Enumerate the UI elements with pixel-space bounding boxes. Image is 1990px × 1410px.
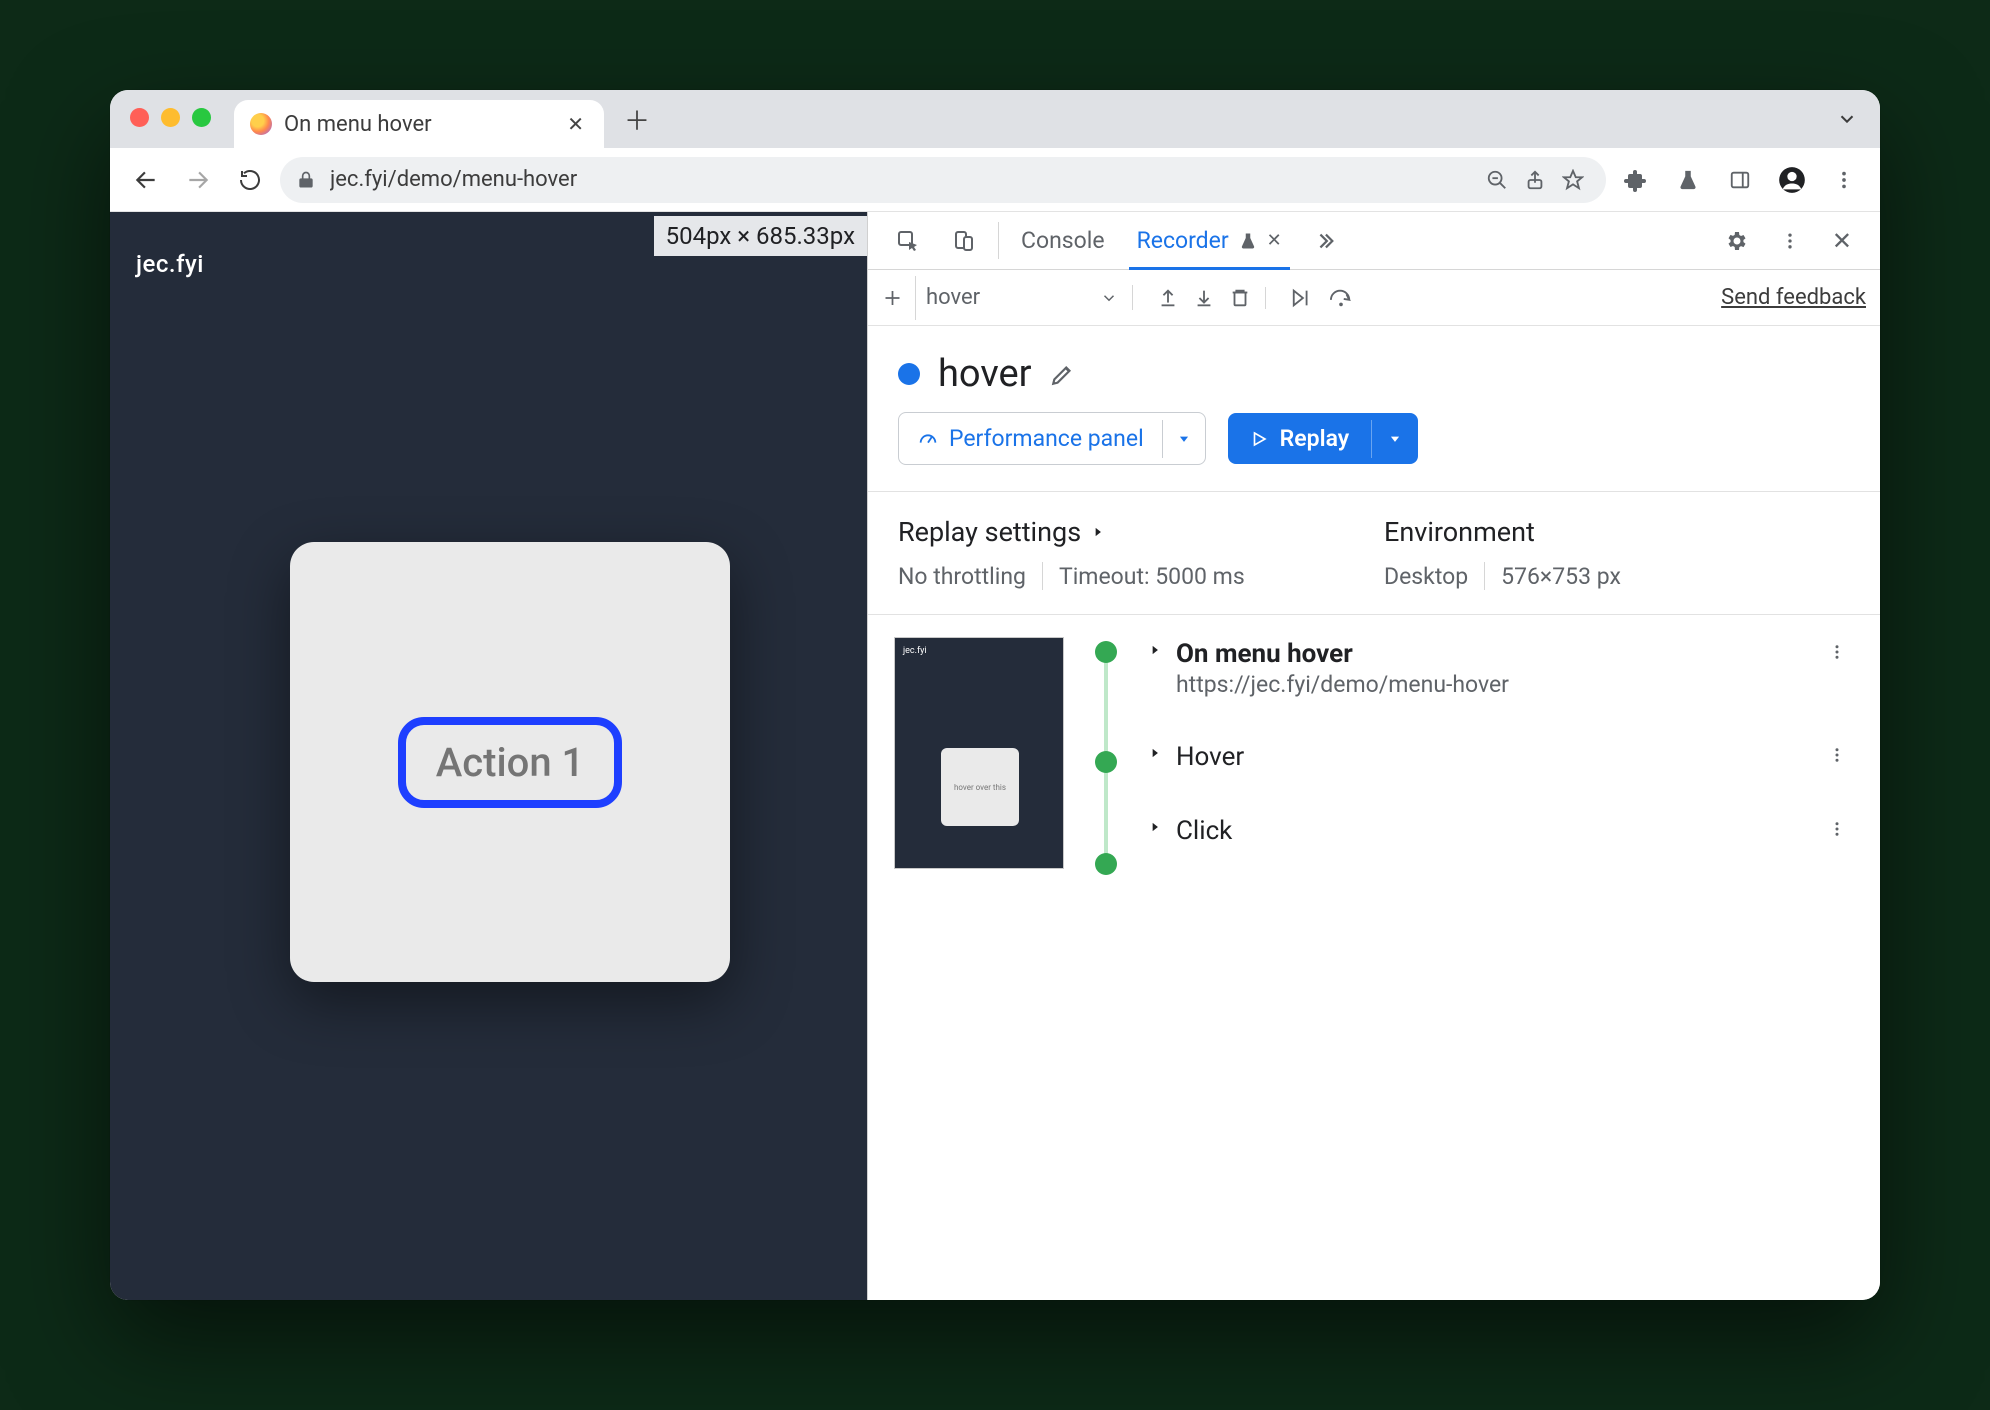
close-panel-icon[interactable]: ✕ bbox=[1267, 230, 1282, 251]
caret-right-icon bbox=[1148, 643, 1162, 657]
export-icon[interactable] bbox=[1157, 287, 1179, 309]
devtools-tabs: Console Recorder ✕ ✕ bbox=[868, 212, 1880, 270]
tabs-list-button[interactable] bbox=[1836, 108, 1858, 130]
reload-button[interactable] bbox=[228, 158, 272, 202]
lock-icon bbox=[296, 170, 316, 190]
action-label: Action 1 bbox=[436, 739, 585, 786]
step-title: Hover bbox=[1176, 742, 1244, 772]
step-menu-icon[interactable] bbox=[1820, 742, 1854, 768]
caret-right-icon bbox=[1148, 746, 1162, 760]
step-thumbnail[interactable]: jec.fyi bbox=[894, 637, 1064, 869]
address-bar[interactable]: jec.fyi/demo/menu-hover bbox=[280, 157, 1606, 203]
caret-right-icon bbox=[1148, 820, 1162, 834]
delete-icon[interactable] bbox=[1229, 287, 1251, 309]
maximize-window[interactable] bbox=[192, 108, 211, 127]
action-button[interactable]: Action 1 bbox=[398, 717, 623, 808]
extensions-icon[interactable] bbox=[1614, 158, 1658, 202]
side-panel-icon[interactable] bbox=[1718, 158, 1762, 202]
recording-header: hover bbox=[868, 326, 1880, 402]
step-menu-icon[interactable] bbox=[1820, 816, 1854, 842]
recording-status-dot bbox=[898, 363, 920, 385]
recording-name: hover bbox=[938, 352, 1032, 396]
step-title: Click bbox=[1176, 816, 1232, 846]
omnibox-actions bbox=[1480, 163, 1590, 197]
labs-icon[interactable] bbox=[1666, 158, 1710, 202]
play-step-icon[interactable] bbox=[1290, 287, 1314, 309]
recording-select-value: hover bbox=[926, 285, 980, 310]
step-item[interactable]: Hover bbox=[1148, 742, 1854, 772]
replay-settings: Replay settings Environment No throttlin… bbox=[868, 492, 1880, 615]
environment-title: Environment bbox=[1384, 516, 1850, 548]
replay-settings-title[interactable]: Replay settings bbox=[898, 516, 1364, 548]
step-menu-icon[interactable] bbox=[1820, 639, 1854, 665]
device-value: Desktop bbox=[1384, 563, 1468, 590]
replay-dropdown[interactable] bbox=[1371, 420, 1418, 458]
window-controls bbox=[130, 108, 211, 127]
performance-panel-button[interactable]: Performance panel bbox=[898, 412, 1206, 465]
chrome-menu-icon[interactable] bbox=[1822, 158, 1866, 202]
favicon-icon bbox=[250, 113, 272, 135]
titlebar: On menu hover ✕ ＋ bbox=[110, 90, 1880, 148]
forward-button[interactable] bbox=[176, 158, 220, 202]
browser-tab[interactable]: On menu hover ✕ bbox=[234, 100, 604, 148]
site-brand: jec.fyi bbox=[136, 250, 204, 278]
gauge-icon bbox=[917, 428, 939, 450]
devtools-panel: Console Recorder ✕ ✕ bbox=[867, 212, 1880, 1300]
replay-button[interactable]: Replay bbox=[1228, 413, 1419, 464]
back-button[interactable] bbox=[124, 158, 168, 202]
rename-icon[interactable] bbox=[1050, 361, 1076, 387]
browser-window: { "tab": { "title": "On menu hover" }, "… bbox=[110, 90, 1880, 1300]
more-tabs-icon[interactable] bbox=[1298, 212, 1352, 269]
step-item[interactable]: Click bbox=[1148, 816, 1854, 846]
timeout-value: Timeout: 5000 ms bbox=[1059, 563, 1245, 590]
chevron-down-icon bbox=[1100, 289, 1118, 307]
url-text: jec.fyi/demo/menu-hover bbox=[330, 167, 1466, 192]
tab-title: On menu hover bbox=[284, 112, 549, 137]
steps-timeline bbox=[1086, 637, 1126, 869]
close-window[interactable] bbox=[130, 108, 149, 127]
recording-select[interactable]: hover bbox=[926, 285, 1133, 310]
devtools-menu-icon[interactable] bbox=[1764, 212, 1816, 269]
steps-list: On menu hover https://jec.fyi/demo/menu-… bbox=[1148, 637, 1854, 869]
performance-dropdown[interactable] bbox=[1162, 420, 1205, 458]
browser-toolbar: jec.fyi/demo/menu-hover bbox=[110, 148, 1880, 212]
steps-section: jec.fyi On menu hover https://jec.fyi/de… bbox=[868, 615, 1880, 891]
new-tab-button[interactable]: ＋ bbox=[614, 97, 660, 142]
close-tab-icon[interactable]: ✕ bbox=[561, 108, 590, 140]
dimensions-overlay: 504px × 685.33px bbox=[654, 216, 867, 256]
viewport-value: 576×753 px bbox=[1501, 563, 1621, 590]
recorder-toolbar: hover Send feedback bbox=[868, 270, 1880, 326]
caret-right-icon bbox=[1091, 525, 1105, 539]
play-icon bbox=[1250, 430, 1268, 448]
minimize-window[interactable] bbox=[161, 108, 180, 127]
device-mode-icon[interactable] bbox=[936, 212, 992, 269]
send-feedback-link[interactable]: Send feedback bbox=[1721, 285, 1866, 310]
step-item[interactable]: On menu hover https://jec.fyi/demo/menu-… bbox=[1148, 639, 1854, 698]
profile-avatar[interactable] bbox=[1770, 158, 1814, 202]
demo-card: Action 1 bbox=[290, 542, 730, 982]
import-icon[interactable] bbox=[1193, 287, 1215, 309]
flask-icon bbox=[1239, 232, 1257, 250]
close-devtools-icon[interactable]: ✕ bbox=[1816, 212, 1868, 269]
inspect-mode-icon[interactable] bbox=[880, 212, 936, 269]
throttling-value: No throttling bbox=[898, 563, 1026, 590]
step-title: On menu hover bbox=[1176, 639, 1509, 669]
step-over-icon[interactable] bbox=[1328, 287, 1354, 309]
bookmark-icon[interactable] bbox=[1556, 163, 1590, 197]
tab-console[interactable]: Console bbox=[1005, 212, 1121, 269]
zoom-out-icon[interactable] bbox=[1480, 163, 1514, 197]
share-icon[interactable] bbox=[1518, 163, 1552, 197]
settings-icon[interactable] bbox=[1708, 212, 1764, 269]
new-recording-button[interactable] bbox=[882, 276, 916, 320]
rendered-page: jec.fyi 504px × 685.33px Action 1 bbox=[110, 212, 867, 1300]
recording-controls: Performance panel Replay bbox=[868, 402, 1880, 492]
step-subtitle: https://jec.fyi/demo/menu-hover bbox=[1176, 671, 1509, 698]
tab-recorder[interactable]: Recorder ✕ bbox=[1121, 212, 1298, 269]
